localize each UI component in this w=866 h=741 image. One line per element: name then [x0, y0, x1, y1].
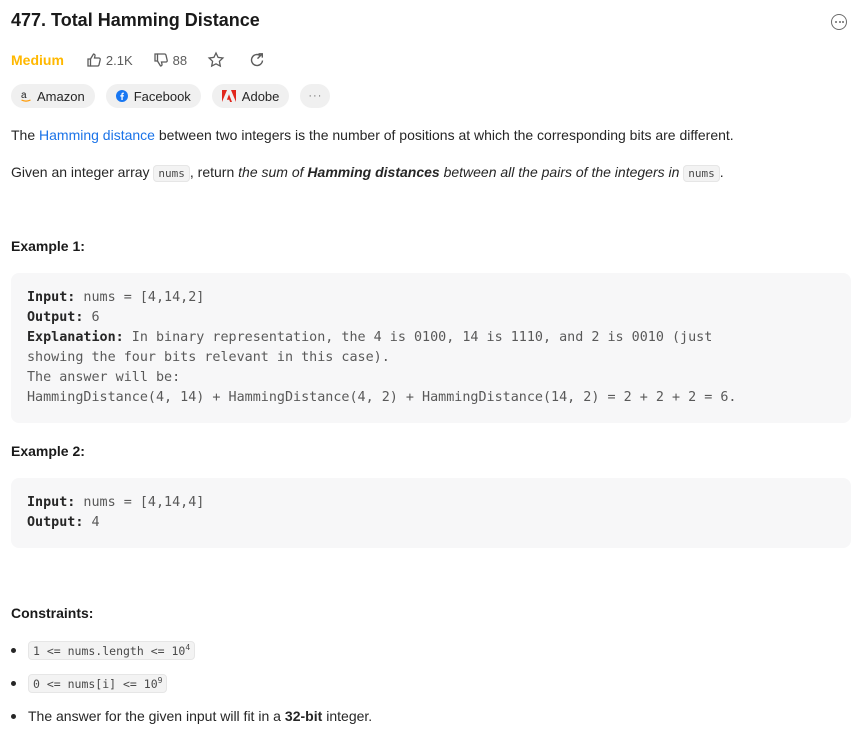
more-options-icon[interactable]: [831, 14, 847, 30]
dislike-button[interactable]: 88: [153, 52, 187, 68]
tag-facebook[interactable]: Facebook: [105, 84, 201, 108]
hamming-distance-link[interactable]: Hamming distance: [39, 127, 155, 143]
like-count: 2.1K: [105, 52, 133, 68]
dislike-count: 88: [172, 52, 188, 68]
inline-code: nums: [683, 165, 720, 182]
constraint-code: 0 <= nums[i] <= 109: [28, 673, 168, 693]
example-2-box: Input: nums = [4,14,4] Output: 4: [11, 478, 851, 548]
constraint-item: 1 <= nums.length <= 104: [11, 640, 196, 660]
tag-label: Facebook: [133, 88, 191, 104]
tag-amazon[interactable]: a Amazon: [11, 84, 95, 108]
description-paragraph-2: Given an integer array nums, return the …: [11, 164, 724, 182]
star-icon: [207, 51, 225, 68]
bullet-dot: [11, 713, 16, 719]
tag-label: Amazon: [37, 88, 85, 104]
problem-title: 477. Total Hamming Distance: [11, 10, 260, 30]
description-paragraph-1: The Hamming distance between two integer…: [11, 127, 734, 143]
more-tags-button[interactable]: ···: [300, 84, 331, 108]
constraint-item: 0 <= nums[i] <= 109: [11, 673, 168, 693]
tag-adobe[interactable]: Adobe: [211, 84, 290, 108]
adobe-logo-icon: [221, 90, 236, 102]
bullet-dot: [11, 680, 16, 686]
constraints-heading: Constraints:: [11, 605, 94, 621]
example-1-box: Input: nums = [4,14,2] Output: 6 Explanati…: [11, 273, 851, 423]
tag-label: Adobe: [241, 88, 280, 104]
thumbs-down-icon: [153, 53, 168, 67]
company-tags: a Amazon Facebook Adobe ···: [11, 84, 341, 108]
share-icon: [250, 53, 264, 67]
bullet-dot: [11, 647, 16, 653]
constraint-code: 1 <= nums.length <= 104: [28, 640, 196, 660]
example-2-heading: Example 2:: [11, 443, 85, 459]
difficulty-badge: Medium: [11, 52, 64, 68]
favorite-button[interactable]: [207, 51, 229, 69]
example-1-heading: Example 1:: [11, 238, 85, 254]
inline-code: nums: [153, 165, 190, 182]
like-button[interactable]: 2.1K: [86, 52, 133, 68]
constraint-item: The answer for the given input will fit …: [11, 706, 372, 726]
share-button[interactable]: [249, 52, 269, 68]
amazon-logo-icon: a: [21, 90, 31, 102]
problem-meta: Medium 2.1K 88: [11, 50, 289, 70]
thumbs-up-icon: [87, 53, 101, 67]
facebook-logo-icon: [115, 90, 128, 102]
svg-text:a: a: [21, 90, 27, 101]
